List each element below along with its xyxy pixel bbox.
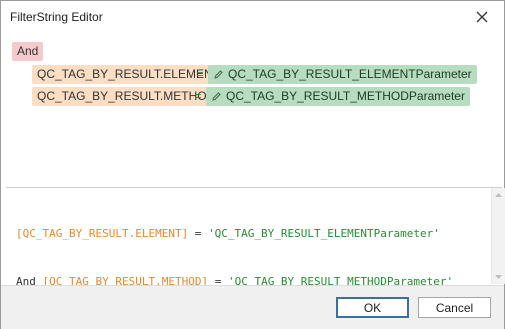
close-button[interactable] xyxy=(467,5,497,29)
condition-1-value-text: QC_TAG_BY_RESULT_ELEMENTParameter xyxy=(228,67,472,81)
condition-1-value[interactable]: QC_TAG_BY_RESULT_ELEMENTParameter xyxy=(208,65,477,84)
filterstring-editor-dialog: FilterString Editor And QC_TAG_BY_RESULT… xyxy=(0,0,505,329)
dialog-title: FilterString Editor xyxy=(10,10,103,24)
vertical-scrollbar[interactable] xyxy=(491,188,505,284)
cancel-button[interactable]: Cancel xyxy=(418,297,491,318)
scroll-up-button[interactable] xyxy=(492,188,505,202)
filter-text-editor[interactable]: [QC_TAG_BY_RESULT.ELEMENT] = 'QC_TAG_BY_… xyxy=(6,187,505,288)
condition-1-operator[interactable]: = xyxy=(193,65,207,84)
condition-2-operator[interactable]: = xyxy=(191,87,205,106)
scroll-down-button[interactable] xyxy=(492,270,505,284)
condition-2-value-text: QC_TAG_BY_RESULT_METHODParameter xyxy=(226,89,465,103)
arrow-down-icon xyxy=(495,275,502,279)
ok-button[interactable]: OK xyxy=(336,297,409,318)
expression-line-1: [QC_TAG_BY_RESULT.ELEMENT] = 'QC_TAG_BY_… xyxy=(16,227,440,240)
filter-builder-panel: And QC_TAG_BY_RESULT.ELEMENT = QC_TAG_BY… xyxy=(1,33,504,183)
pencil-icon xyxy=(214,70,223,79)
pencil-icon xyxy=(212,92,221,101)
condition-2-value[interactable]: QC_TAG_BY_RESULT_METHODParameter xyxy=(206,87,470,106)
close-icon xyxy=(476,11,488,23)
group-operator-and[interactable]: And xyxy=(12,42,44,61)
dialog-footer: OK Cancel xyxy=(1,285,504,329)
title-bar: FilterString Editor xyxy=(1,1,504,33)
arrow-up-icon xyxy=(495,193,502,197)
